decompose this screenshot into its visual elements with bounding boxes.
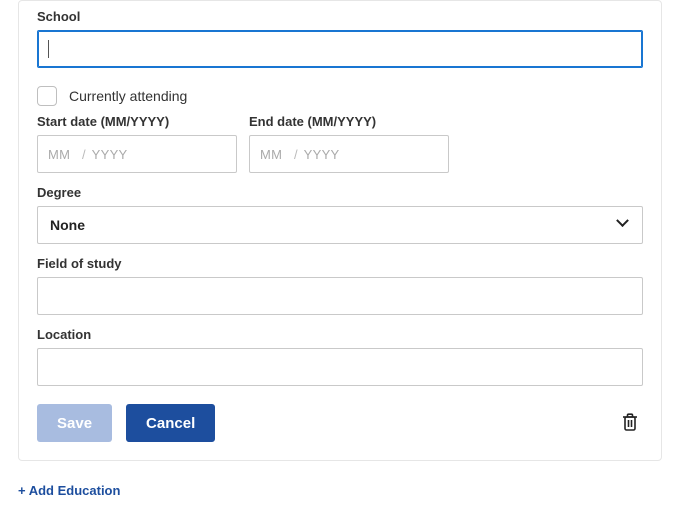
save-button[interactable]: Save	[37, 404, 112, 442]
start-date-label: Start date (MM/YYYY)	[37, 114, 237, 129]
start-month-input[interactable]	[48, 147, 76, 162]
date-sep: /	[294, 147, 298, 162]
delete-button[interactable]	[617, 408, 643, 439]
school-input[interactable]	[37, 30, 643, 68]
dates-row: Start date (MM/YYYY) / End date (MM/YYYY…	[37, 114, 643, 173]
add-education-link[interactable]: + Add Education	[18, 483, 662, 498]
button-row: Save Cancel	[37, 404, 643, 442]
degree-select[interactable]: None	[37, 206, 643, 244]
date-sep: /	[82, 147, 86, 162]
field-of-study-label: Field of study	[37, 256, 643, 271]
currently-attending-checkbox[interactable]	[37, 86, 57, 106]
cancel-button[interactable]: Cancel	[126, 404, 215, 442]
end-month-input[interactable]	[260, 147, 288, 162]
field-of-study-input[interactable]	[37, 277, 643, 315]
school-label: School	[37, 9, 643, 24]
education-entry-panel: School Currently attending Start date (M…	[18, 0, 662, 461]
end-date-input[interactable]: /	[249, 135, 449, 173]
degree-selected-value: None	[50, 217, 85, 233]
end-year-input[interactable]	[304, 147, 354, 162]
degree-label: Degree	[37, 185, 643, 200]
start-year-input[interactable]	[92, 147, 142, 162]
location-input[interactable]	[37, 348, 643, 386]
start-date-input[interactable]: /	[37, 135, 237, 173]
location-label: Location	[37, 327, 643, 342]
chevron-down-icon	[618, 219, 630, 231]
trash-icon	[621, 412, 639, 432]
currently-attending-label: Currently attending	[69, 88, 187, 104]
currently-attending-row: Currently attending	[37, 86, 643, 106]
end-date-label: End date (MM/YYYY)	[249, 114, 449, 129]
